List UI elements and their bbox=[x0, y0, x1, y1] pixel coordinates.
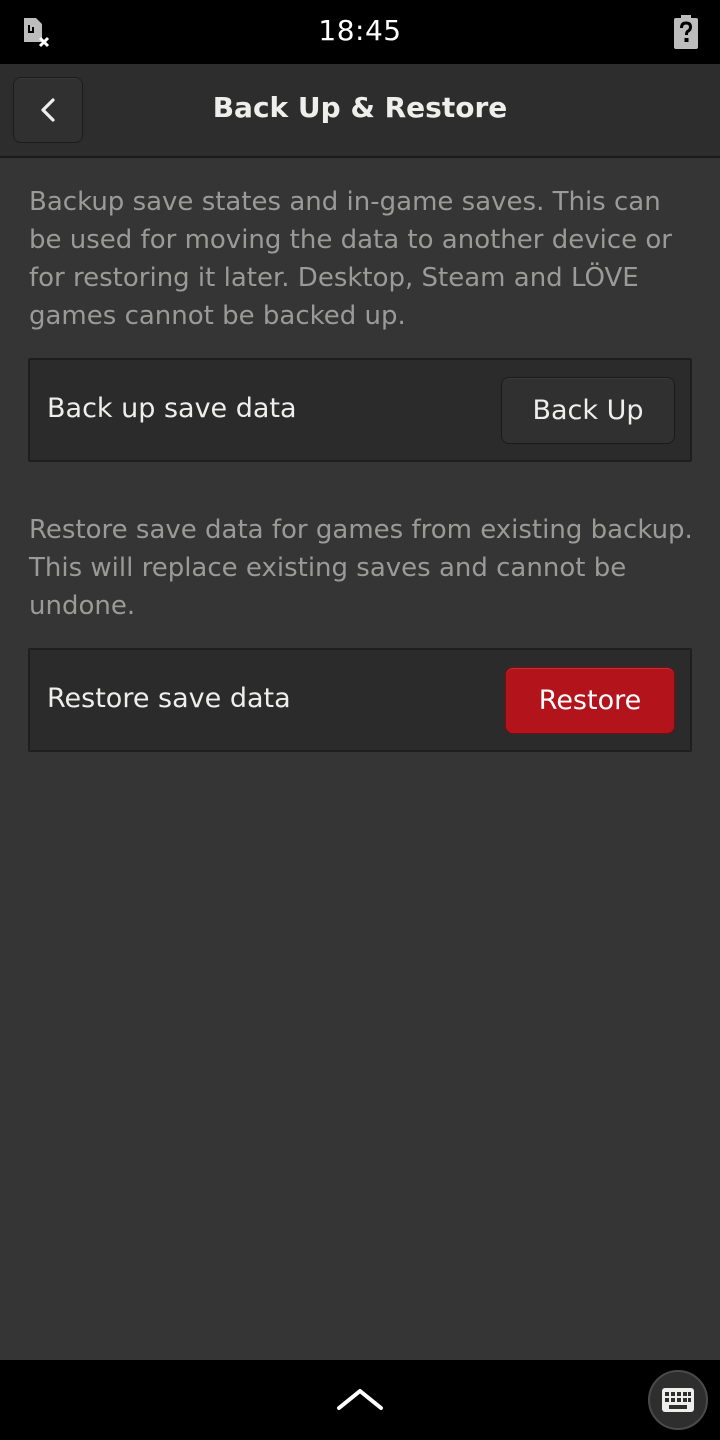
restore-button[interactable]: Restore bbox=[505, 667, 675, 734]
status-bar: 18:45 bbox=[0, 0, 720, 64]
restore-row: Restore save data Restore bbox=[28, 648, 692, 752]
keyboard-icon bbox=[662, 1388, 694, 1412]
chevron-up-icon[interactable] bbox=[335, 1386, 385, 1412]
backup-row: Back up save data Back Up bbox=[28, 358, 692, 462]
bottom-panel bbox=[0, 1360, 720, 1440]
keyboard-button[interactable] bbox=[648, 1370, 708, 1430]
page-title: Back Up & Restore bbox=[212, 91, 508, 124]
restore-description: Restore save data for games from existin… bbox=[29, 515, 693, 621]
battery-unknown-icon bbox=[674, 15, 698, 49]
header-bar: Back Up & Restore bbox=[0, 64, 720, 158]
restore-row-label: Restore save data bbox=[47, 683, 291, 714]
clock: 18:45 bbox=[318, 14, 402, 47]
backup-description: Backup save states and in-game saves. Th… bbox=[29, 187, 672, 331]
back-up-button[interactable]: Back Up bbox=[501, 377, 675, 444]
backup-row-label: Back up save data bbox=[47, 393, 297, 424]
